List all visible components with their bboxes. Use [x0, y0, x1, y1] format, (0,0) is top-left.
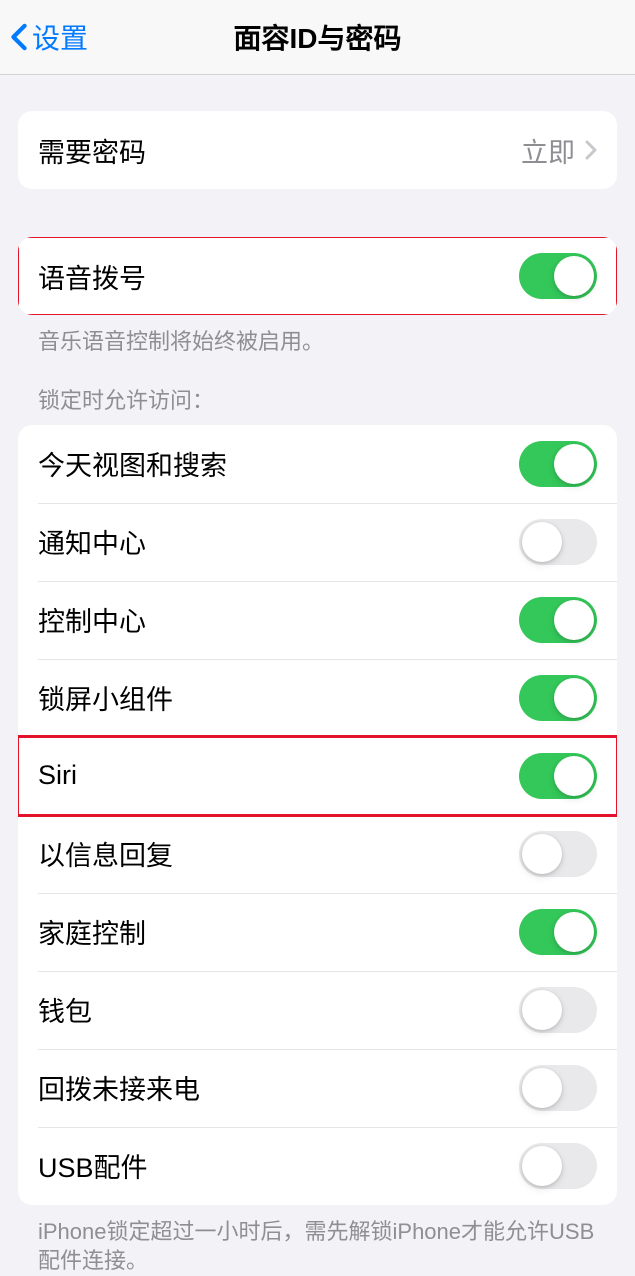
page-title: 面容ID与密码: [233, 17, 401, 57]
row-require-passcode[interactable]: 需要密码 立即: [18, 111, 617, 189]
toggle-knob: [554, 912, 594, 952]
row-lock-access-8: 回拨未接来电: [18, 1049, 617, 1127]
toggle-knob: [554, 756, 594, 796]
row-label: 回拨未接来电: [38, 1068, 200, 1107]
toggle-lock-access-5[interactable]: [519, 831, 597, 877]
header-lock-access: 锁定时允许访问：: [18, 357, 617, 425]
row-lock-access-6: 家庭控制: [18, 893, 617, 971]
toggle-lock-access-2[interactable]: [519, 597, 597, 643]
row-lock-access-1: 通知中心: [18, 503, 617, 581]
toggle-knob: [522, 522, 562, 562]
toggle-lock-access-3[interactable]: [519, 675, 597, 721]
chevron-right-icon: [585, 140, 597, 160]
toggle-knob: [522, 990, 562, 1030]
toggle-knob: [554, 256, 594, 296]
toggle-lock-access-9[interactable]: [519, 1143, 597, 1189]
toggle-lock-access-1[interactable]: [519, 519, 597, 565]
row-lock-access-2: 控制中心: [18, 581, 617, 659]
row-lock-access-0: 今天视图和搜索: [18, 425, 617, 503]
nav-bar: 设置 面容ID与密码: [0, 0, 635, 75]
footer-lock-access: iPhone锁定超过一小时后，需先解锁iPhone才能允许USB配件连接。: [18, 1205, 617, 1276]
row-lock-access-4: Siri: [18, 737, 617, 815]
toggle-lock-access-4[interactable]: [519, 753, 597, 799]
row-label: USB配件: [38, 1146, 148, 1185]
row-label: Siri: [38, 760, 77, 791]
toggle-knob: [522, 1146, 562, 1186]
back-button[interactable]: 设置: [10, 17, 88, 57]
row-label: 语音拨号: [38, 257, 146, 296]
toggle-lock-access-0[interactable]: [519, 441, 597, 487]
row-label: 今天视图和搜索: [38, 444, 227, 483]
row-lock-access-7: 钱包: [18, 971, 617, 1049]
row-label: 通知中心: [38, 522, 146, 561]
toggle-lock-access-8[interactable]: [519, 1065, 597, 1111]
toggle-knob: [554, 444, 594, 484]
toggle-knob: [522, 1068, 562, 1108]
group-voice-dial: 语音拨号: [18, 237, 617, 315]
toggle-knob: [522, 834, 562, 874]
toggle-knob: [554, 678, 594, 718]
row-label: 锁屏小组件: [38, 678, 173, 717]
group-lock-access: 今天视图和搜索通知中心控制中心锁屏小组件 Siri 以信息回复家庭控制钱包回拨未接来…: [18, 425, 617, 1205]
toggle-lock-access-7[interactable]: [519, 987, 597, 1033]
toggle-voice-dial[interactable]: [519, 253, 597, 299]
row-label: 需要密码: [38, 131, 146, 170]
row-lock-access-9: USB配件: [18, 1127, 617, 1205]
row-lock-access-5: 以信息回复: [18, 815, 617, 893]
row-voice-dial: 语音拨号: [18, 237, 617, 315]
footer-voice-dial: 音乐语音控制将始终被启用。: [18, 315, 617, 357]
row-label: 控制中心: [38, 600, 146, 639]
back-label: 设置: [32, 17, 88, 57]
toggle-lock-access-6[interactable]: [519, 909, 597, 955]
value-text: 立即: [521, 131, 575, 170]
row-value: 立即: [521, 131, 597, 170]
chevron-left-icon: [10, 23, 28, 51]
row-label: 以信息回复: [38, 834, 173, 873]
toggle-knob: [554, 600, 594, 640]
row-label: 家庭控制: [38, 912, 146, 951]
row-lock-access-3: 锁屏小组件: [18, 659, 617, 737]
row-label: 钱包: [38, 990, 92, 1029]
group-require-passcode: 需要密码 立即: [18, 111, 617, 189]
